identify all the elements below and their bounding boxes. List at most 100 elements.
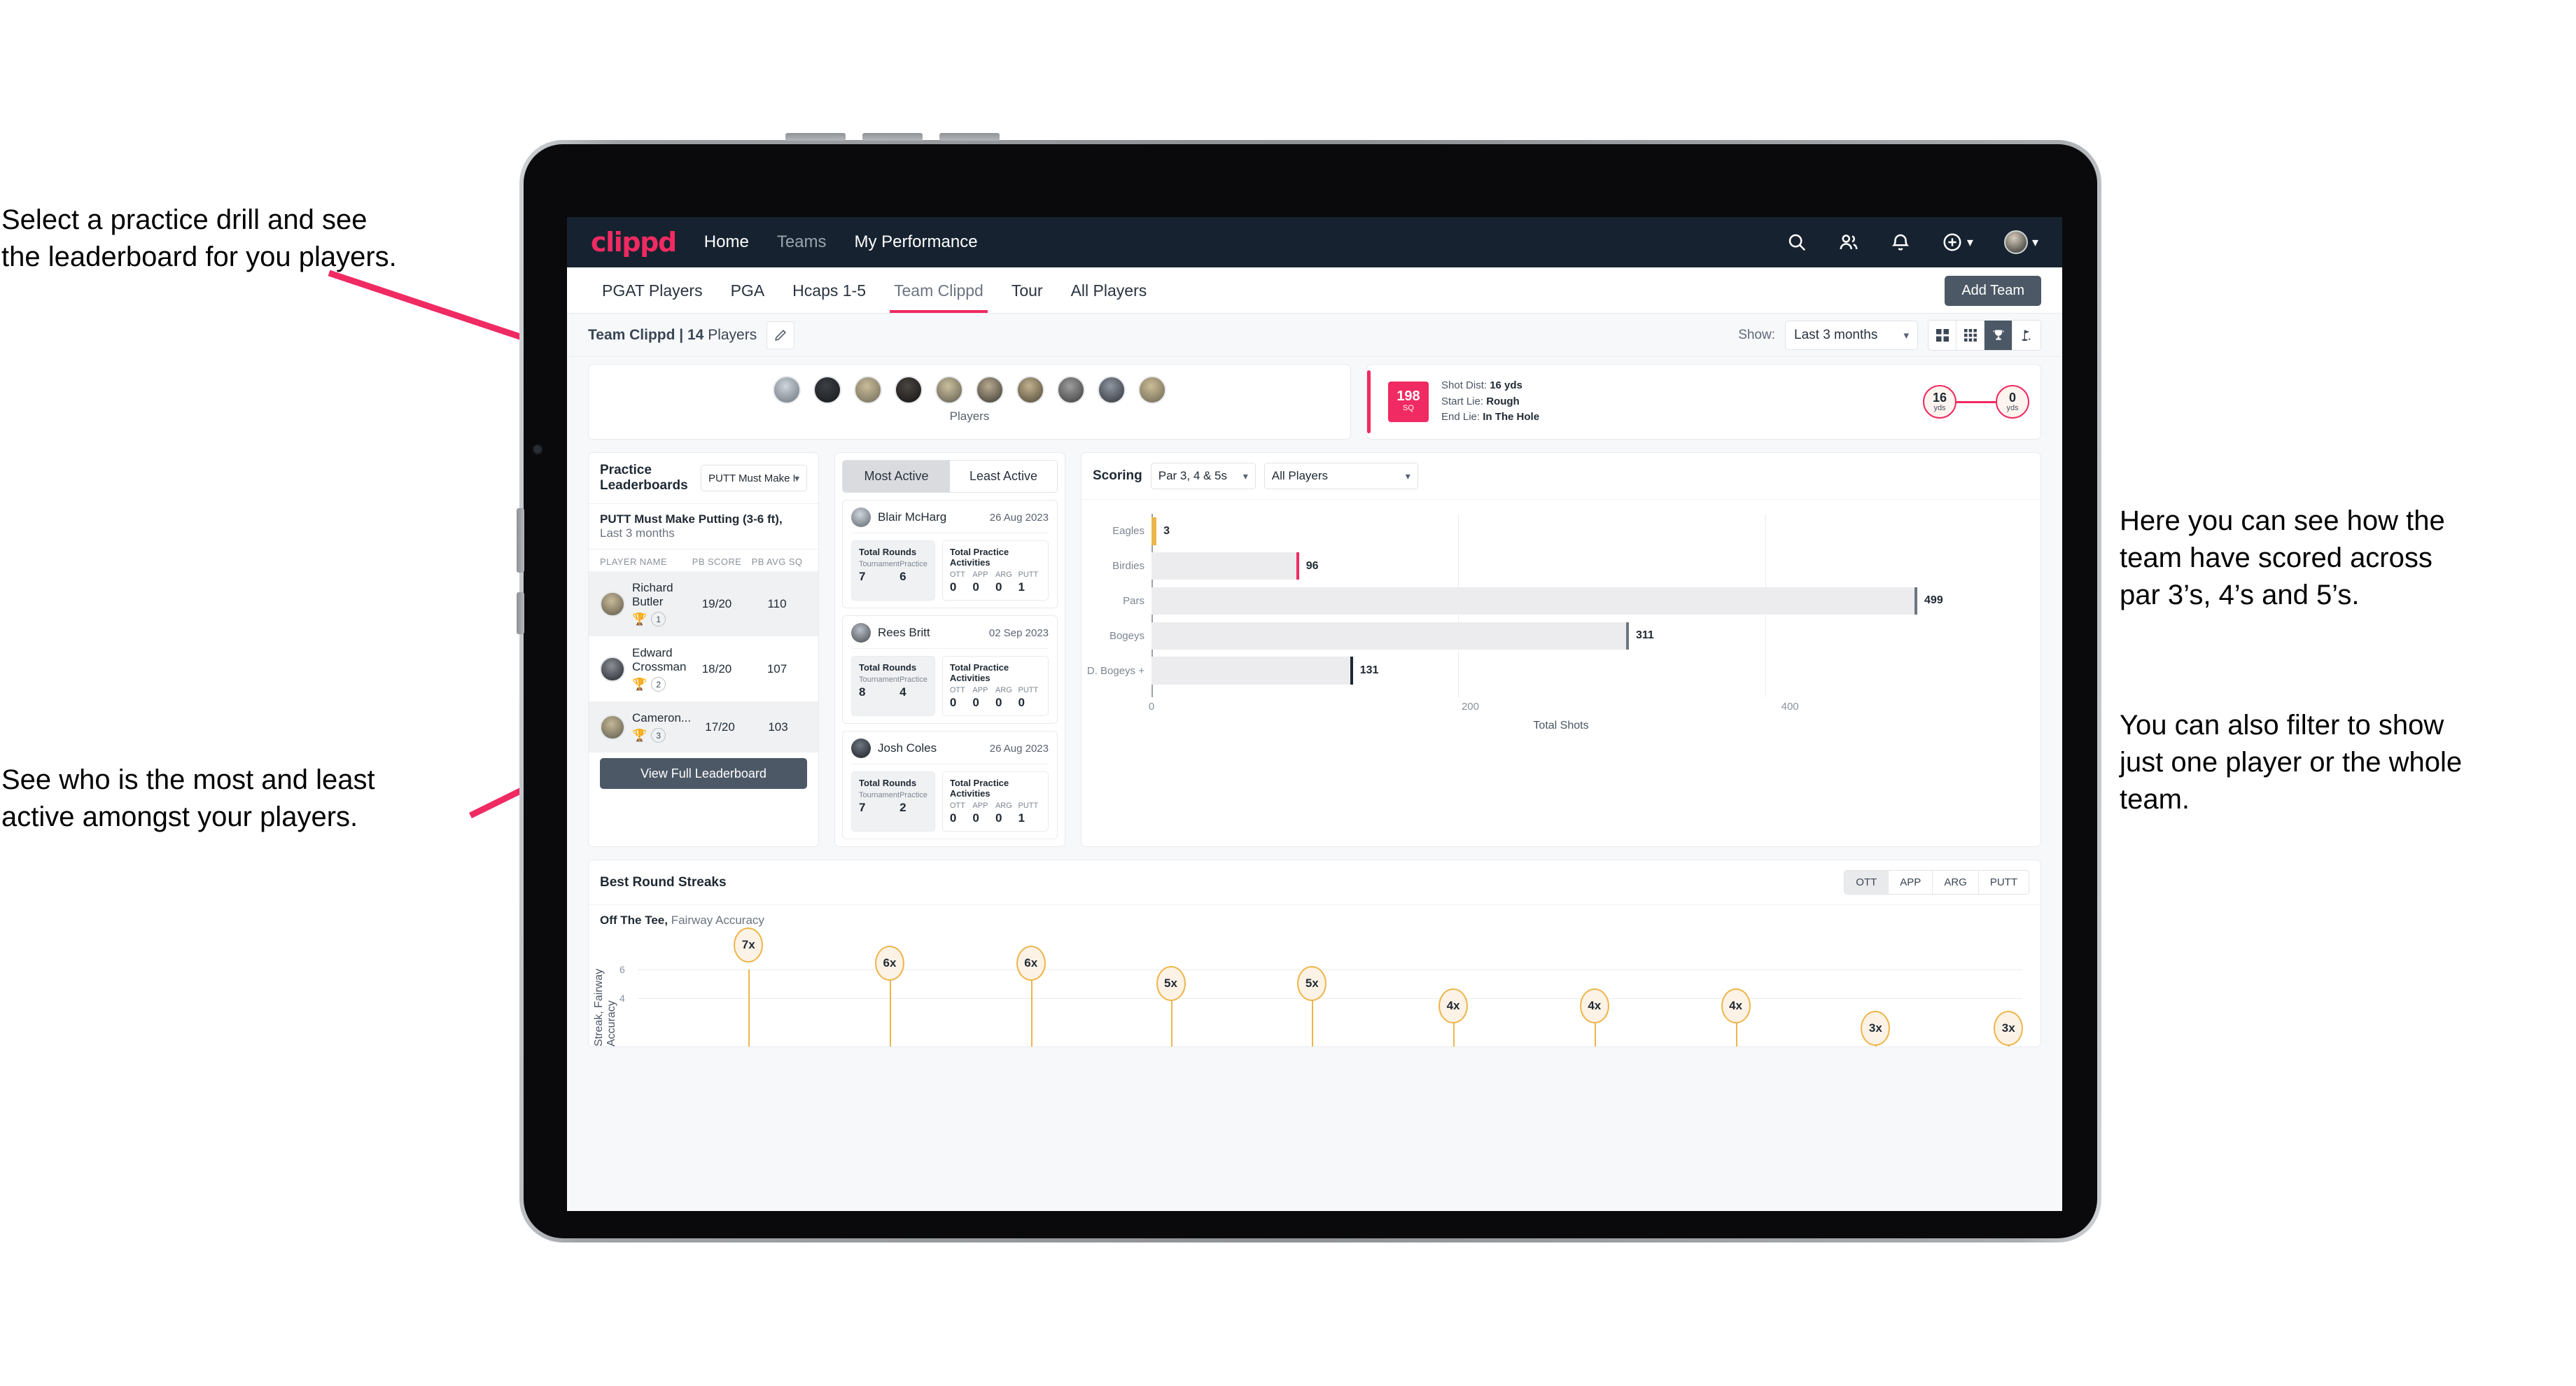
tab-least-active[interactable]: Least Active [950,461,1057,492]
bar-cap [1914,587,1918,615]
streak-marker[interactable]: 3x [1994,1010,2024,1046]
bar-value-pars: 499 [1924,594,1943,607]
list-item[interactable]: Rees Britt 02 Sep 2023 Total Rounds Tour… [842,615,1058,724]
list-item[interactable]: Blair McHarg 26 Aug 2023 Total Rounds To… [842,500,1058,608]
player-filter-select[interactable]: All Players ▾ [1264,463,1418,489]
tab-pga[interactable]: PGA [717,268,779,313]
gridline [638,969,2022,970]
view-trophy-button[interactable] [1984,320,2012,350]
view-course-button[interactable] [2012,321,2040,350]
player-avatar[interactable] [1057,376,1085,404]
streaks-plot-area: 6 4 7x 6x 6x 5x 5x 4x 4x 4x 3x 3x [620,927,2024,1046]
avatar[interactable] [2003,230,2028,254]
streak-marker[interactable]: 3x [1861,1010,1891,1046]
table-row[interactable]: Richard Butler 🏆 1 19/20 110 [589,571,818,636]
add-team-button[interactable]: Add Team [1945,276,2041,306]
total-practice-title: Total Practice Activities [949,547,1009,568]
player-avatar[interactable] [773,376,801,404]
start-lie-label: Start Lie: [1441,395,1487,407]
people-icon[interactable] [1838,232,1859,253]
tab-most-active[interactable]: Most Active [843,461,950,492]
streak-marker[interactable]: 4x [1721,988,1751,1023]
streak-marker[interactable]: 7x [734,927,764,963]
profile-menu[interactable]: ▾ [2003,230,2038,254]
bar-label-double-bogeys: D. Bogeys + [1086,664,1144,677]
app-label: APP [972,570,988,579]
player-avatar[interactable] [1138,376,1166,404]
players-card: Players [588,364,1351,440]
add-menu[interactable]: ▾ [1942,232,1973,253]
edit-team-button[interactable] [766,321,795,349]
nav-link-my-performance[interactable]: My Performance [855,232,978,252]
player-avatar[interactable] [976,376,1004,404]
tab-hcaps-1-5[interactable]: Hcaps 1-5 [778,268,880,313]
bar-fill: 131 [1152,657,1378,685]
view-full-leaderboard-button[interactable]: View Full Leaderboard [600,758,807,789]
plus-circle-icon[interactable] [1942,232,1963,253]
activity-item-header: Rees Britt 02 Sep 2023 [851,623,1049,649]
streak-marker[interactable]: 5x [1297,965,1327,1001]
app-value: 0 [972,580,979,594]
scoring-card: Scoring Par 3, 4 & 5s ▾ All Players ▾ Ea… [1081,452,2041,847]
annotation-left-bottom: See who is the most and least active amo… [1,764,375,832]
streaks-metric-name: Fairway Accuracy [667,913,764,927]
avatar [600,656,625,682]
shot-detail-lines: Shot Dist: 16 yds Start Lie: Rough End L… [1441,378,1539,426]
player-avatar[interactable] [1098,376,1126,404]
bell-icon[interactable] [1890,232,1911,253]
tab-all-players[interactable]: All Players [1057,268,1161,313]
streaks-category-toggle: OTT APP ARG PUTT [1844,870,2029,895]
par-filter-select[interactable]: Par 3, 4 & 5s ▾ [1150,463,1256,489]
bar-eagles: Eagles 3 [1112,517,1980,545]
view-grid-small-button[interactable] [1956,320,1984,350]
table-row[interactable]: Cameron... 🏆 3 17/20 103 [589,701,818,752]
scoring-header: Scoring Par 3, 4 & 5s ▾ All Players ▾ [1082,453,2040,500]
column-pb-avg-sq: PB AVG SQ [751,556,803,567]
streak-marker[interactable]: 6x [1016,946,1046,981]
tab-tour[interactable]: Tour [997,268,1057,313]
chevron-down-icon: ▾ [1242,470,1248,482]
view-grid-large-button[interactable] [1928,320,1956,350]
list-item[interactable]: Josh Coles 26 Aug 2023 Total Rounds Tour… [842,731,1058,839]
date-range-select[interactable]: Last 3 months ▾ [1785,320,1918,350]
streak-marker[interactable]: 5x [1156,965,1186,1001]
player-badges: 🏆 3 [632,728,691,743]
total-practice-block: Total Practice Activities OTT 0 APP 0 ARG 0… [941,540,1049,601]
drill-select[interactable]: PUTT Must Make Putting ... ▾ [701,465,807,491]
search-icon[interactable] [1786,232,1807,253]
streak-marker[interactable]: 4x [1438,988,1469,1023]
activity-item-body: Total Rounds Tournament 7 Practice 2 Total… [851,771,1049,832]
table-row[interactable]: Edward Crossman 🏆 2 18/20 107 [589,636,818,701]
player-avatar[interactable] [895,376,923,404]
toggle-app[interactable]: APP [1889,871,1933,894]
bar-cap [1350,657,1353,685]
bar-fill: 499 [1152,587,1943,615]
bar-bogeys: Bogeys 311 [1110,622,1980,650]
putt-value: 0 [1018,696,1025,709]
toolbar-right: Show: Last 3 months ▾ [1738,319,2041,351]
practice-label: Practice [899,791,927,799]
top-navbar: clippd Home Teams My Performance ▾ ▾ [567,217,2062,267]
nav-link-home[interactable]: Home [704,232,749,252]
player-avatar[interactable] [1016,376,1044,404]
chevron-down-icon: ▾ [2031,234,2038,249]
grid-large-icon [1935,328,1949,342]
player-avatar[interactable] [813,376,841,404]
streak-marker[interactable]: 4x [1579,988,1609,1023]
clippd-logo[interactable]: clippd [591,227,677,258]
team-tabs: PGAT Players PGA Hcaps 1-5 Team Clippd T… [567,267,2062,314]
tab-team-clippd[interactable]: Team Clippd [880,268,997,313]
app-label: APP [972,686,988,694]
bar-value-birdies: 96 [1306,559,1319,572]
rank-badge: 3 [651,728,666,743]
streak-marker[interactable]: 6x [874,946,904,981]
toggle-arg[interactable]: ARG [1933,871,1979,894]
pencil-icon [775,329,787,341]
toggle-putt[interactable]: PUTT [1979,871,2029,894]
player-avatar[interactable] [935,376,963,404]
player-avatar[interactable] [854,376,882,404]
toggle-ott[interactable]: OTT [1844,871,1889,894]
nav-link-teams[interactable]: Teams [777,232,827,252]
bar-birdies: Birdies 96 [1112,552,1980,580]
tab-pgat-players[interactable]: PGAT Players [588,268,717,313]
